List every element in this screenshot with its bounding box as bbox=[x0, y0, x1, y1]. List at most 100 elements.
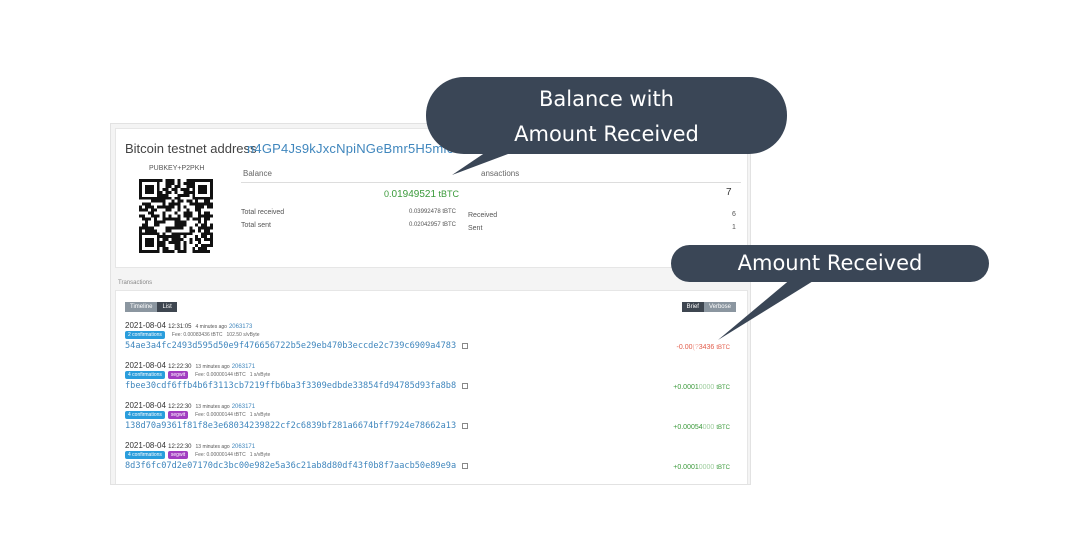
stage: Bitcoin testnet address n4GP4Js9kJxcNpiN… bbox=[0, 0, 1074, 545]
tab-verbose[interactable]: Verbose bbox=[703, 302, 736, 312]
tx-fee: Fee: 0.00083436 tBTC bbox=[172, 332, 223, 338]
copy-icon[interactable] bbox=[462, 342, 469, 349]
copy-icon[interactable] bbox=[462, 462, 469, 469]
tx-amount-main: +0.0001 bbox=[673, 464, 699, 471]
segwit-badge: segwit bbox=[167, 451, 189, 459]
tx-meta: 2 confirmations Fee: 0.00083436 tBTC 102.5… bbox=[125, 331, 260, 339]
tx-amount-unit: tBTC bbox=[716, 465, 730, 471]
qr-code-icon bbox=[139, 179, 213, 253]
address-type: PUBKEY+P2PKH bbox=[149, 165, 205, 172]
tx-amount-unit: tBTC bbox=[716, 345, 730, 351]
tx-fee-rate: 102.50 s/vByte bbox=[226, 332, 260, 338]
tx-meta: 4 confirmations segwit Fee: 0.00000144 tBT… bbox=[125, 411, 270, 419]
tx-fee-label: Fee: bbox=[171, 332, 182, 338]
tx-amount: +0.00010000 tBTC bbox=[673, 384, 730, 391]
transactions-divider bbox=[469, 182, 741, 183]
tx-block-link[interactable]: 2063173 bbox=[229, 324, 252, 330]
tab-timeline[interactable]: Timeline bbox=[125, 302, 158, 312]
tx-fee-rate: 1 s/vByte bbox=[249, 372, 271, 378]
received-label: Received bbox=[468, 212, 498, 219]
copy-icon[interactable] bbox=[462, 422, 469, 429]
tx-date: 2021-08-04 12:22:30 13 minutes ago 2063171 bbox=[125, 361, 255, 370]
tx-amount-unit: tBTC bbox=[716, 425, 730, 431]
tx-ago: 13 minutes ago bbox=[195, 444, 230, 450]
callout-balance-line2: Amount Received bbox=[514, 122, 699, 146]
tx-date-day: 2021-08-04 bbox=[125, 441, 166, 450]
transactions-section-label: Transactions bbox=[118, 280, 153, 286]
tx-id[interactable]: 138d70a9361f81f8e3e68034239822cf2c6839bf… bbox=[125, 421, 456, 431]
tx-amount: -0.00(?3436 tBTC bbox=[677, 344, 730, 351]
tx-fee-value: 0.00083436 tBTC bbox=[183, 332, 223, 338]
callout-amount-received: Amount Received bbox=[671, 245, 989, 282]
tx-date: 2021-08-04 12:22:30 13 minutes ago 2063171 bbox=[125, 401, 255, 410]
sent-label: Sent bbox=[468, 225, 483, 232]
tx-fee: Fee: 0.00000144 tBTC bbox=[195, 452, 246, 458]
callout-balance: Balance with Amount Received bbox=[426, 77, 787, 154]
tx-meta: 4 confirmations segwit Fee: 0.00000144 tBT… bbox=[125, 451, 270, 459]
tab-list[interactable]: List bbox=[157, 302, 177, 312]
tx-meta: 4 confirmations segwit Fee: 0.00000144 tBT… bbox=[125, 371, 270, 379]
copy-icon[interactable] bbox=[462, 382, 469, 389]
transactions-card: Timeline List Brief Verbose 2021-08-04 1… bbox=[115, 290, 748, 484]
tx-fee: Fee: 0.00000144 tBTC bbox=[195, 412, 246, 418]
tx-amount-unit: tBTC bbox=[716, 385, 730, 391]
address-title: Bitcoin testnet address bbox=[125, 141, 257, 156]
confirmations-badge: 2 confirmations bbox=[125, 331, 165, 339]
tx-amount-main: +0.00054 bbox=[673, 424, 703, 431]
tx-id[interactable]: fbee30cdf6ffb4b6f3113cb7219ffb6ba3f3309e… bbox=[125, 381, 456, 391]
tx-fee-rate: 1 s/vByte bbox=[249, 452, 271, 458]
tx-id-link[interactable]: 54ae3a4fc2493d595d50e9f476656722b5e29eb4… bbox=[125, 341, 469, 351]
balance-unit: tBTC bbox=[438, 189, 460, 199]
tx-amount-dim: 0000 bbox=[698, 384, 715, 391]
app-frame: Bitcoin testnet address n4GP4Js9kJxcNpiN… bbox=[110, 123, 751, 485]
transactions-heading: ansactions bbox=[481, 169, 520, 178]
tx-fee-value: 0.00000144 tBTC bbox=[206, 372, 246, 378]
tx-ago: 13 minutes ago bbox=[195, 364, 230, 370]
tx-fee-rate: 1 s/vByte bbox=[249, 412, 271, 418]
tx-amount-dim: 000 bbox=[702, 424, 715, 431]
total-received-value: 0.03992478 tBTC bbox=[408, 209, 456, 215]
tx-date-day: 2021-08-04 bbox=[125, 361, 166, 370]
total-received-label: Total received bbox=[241, 209, 285, 216]
tx-amount: +0.00010000 tBTC bbox=[673, 464, 730, 471]
balance-amount-rest: 01949521 bbox=[391, 189, 437, 200]
tx-id-link[interactable]: 8d3f6fc07d2e07170dc3bc00e982e5a36c21ab8d… bbox=[125, 461, 469, 471]
tx-time: 12:22:30 bbox=[168, 444, 192, 450]
tx-amount-dim: 0000 bbox=[698, 464, 715, 471]
balance-heading: Balance bbox=[243, 169, 272, 178]
tx-fee-label: Fee: bbox=[195, 372, 206, 378]
tx-fee-label: Fee: bbox=[195, 452, 206, 458]
tx-block-link[interactable]: 2063171 bbox=[232, 364, 255, 370]
received-value: 6 bbox=[732, 211, 736, 218]
tx-id-link[interactable]: fbee30cdf6ffb4b6f3113cb7219ffb6ba3f3309e… bbox=[125, 381, 469, 391]
tx-id[interactable]: 54ae3a4fc2493d595d50e9f476656722b5e29eb4… bbox=[125, 341, 456, 351]
tx-amount-dim: (? bbox=[692, 344, 699, 351]
callout-balance-line1: Balance with bbox=[539, 87, 674, 111]
balance-amount-lead: 0. bbox=[384, 189, 392, 199]
tx-date: 2021-08-04 12:31:05 4 minutes ago 2063173 bbox=[125, 321, 252, 330]
balance-amount: 0.01949521 tBTC bbox=[384, 189, 459, 200]
detail-toggle: Brief Verbose bbox=[681, 302, 736, 312]
tx-time: 12:31:05 bbox=[168, 324, 192, 330]
tx-date: 2021-08-04 12:22:30 13 minutes ago 2063171 bbox=[125, 441, 255, 450]
tx-time: 12:22:30 bbox=[168, 404, 192, 410]
view-toggle: Timeline List bbox=[125, 302, 177, 312]
confirmations-badge: 4 confirmations bbox=[125, 411, 165, 419]
tx-ago: 4 minutes ago bbox=[195, 324, 227, 330]
tx-fee-value: 0.00000144 tBTC bbox=[206, 452, 246, 458]
tx-amount: +0.00054000 tBTC bbox=[673, 424, 730, 431]
tx-amount-tail: 3436 bbox=[698, 344, 715, 351]
tx-id-link[interactable]: 138d70a9361f81f8e3e68034239822cf2c6839bf… bbox=[125, 421, 469, 431]
segwit-badge: segwit bbox=[167, 371, 189, 379]
transaction-row: 2021-08-04 12:31:05 4 minutes ago 2063173 2… bbox=[125, 321, 745, 361]
transaction-row: 2021-08-04 12:22:30 13 minutes ago 2063171… bbox=[125, 361, 745, 401]
tx-fee-label: Fee: bbox=[195, 412, 206, 418]
tx-date-day: 2021-08-04 bbox=[125, 401, 166, 410]
tx-date-day: 2021-08-04 bbox=[125, 321, 166, 330]
tx-id[interactable]: 8d3f6fc07d2e07170dc3bc00e982e5a36c21ab8d… bbox=[125, 461, 456, 471]
confirmations-badge: 4 confirmations bbox=[125, 451, 165, 459]
balance-divider bbox=[241, 182, 469, 183]
tx-block-link[interactable]: 2063171 bbox=[232, 404, 255, 410]
tab-brief[interactable]: Brief bbox=[681, 302, 704, 312]
tx-block-link[interactable]: 2063171 bbox=[232, 444, 255, 450]
